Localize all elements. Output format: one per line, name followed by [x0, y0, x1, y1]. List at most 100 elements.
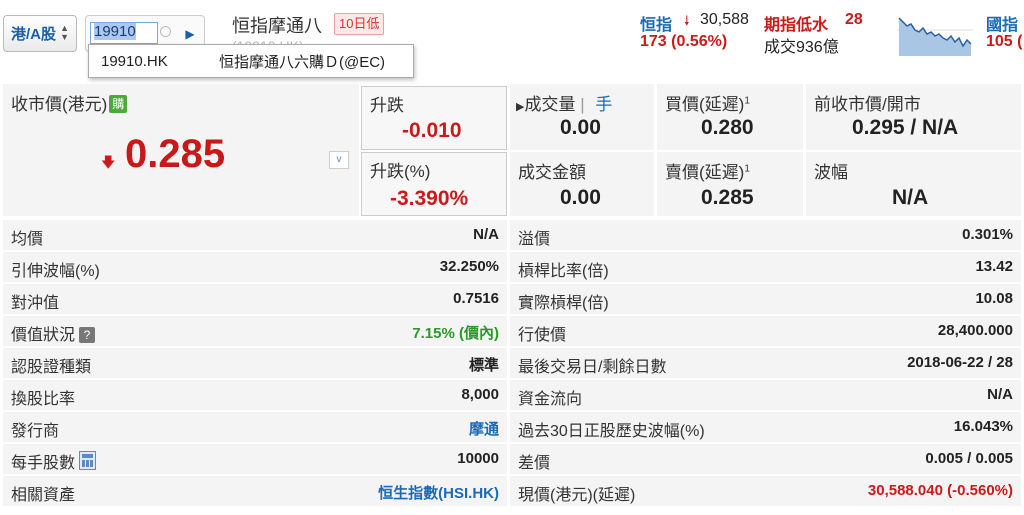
- detail-row: 過去30日正股歷史波幅(%) 16.043%: [510, 412, 1021, 442]
- detail-row: 資金流向 N/A: [510, 380, 1021, 410]
- volume-value: 0.00: [560, 116, 601, 139]
- range-value: N/A: [892, 186, 929, 209]
- hsi-value: 30,588: [700, 11, 749, 28]
- change-label: 升跌: [370, 96, 404, 115]
- detail-row: 行使價 28,400.000: [510, 316, 1021, 346]
- futures-label: 期指低水: [764, 17, 829, 34]
- close-price-value: 0.285: [125, 132, 226, 176]
- detail-value: 13.42: [975, 258, 1013, 275]
- detail-key: 最後交易日/剩餘日數: [518, 359, 667, 376]
- suggestion-name: 恒指摩通八六購Ｄ(@EC): [219, 53, 386, 71]
- detail-row: 相關資產 恒生指數(HSI.HK): [3, 476, 507, 506]
- detail-key: 現價(港元)(延遲): [518, 487, 636, 504]
- call-warrant-badge: 購: [109, 95, 128, 113]
- ask-panel: 賣價(延遲)1 0.285: [657, 152, 803, 216]
- suggestion-code: 19910.HK: [101, 52, 168, 70]
- detail-value: 16.043%: [953, 418, 1013, 435]
- detail-key: 價值狀況: [11, 327, 76, 344]
- prev-open-value: 0.295 / N/A: [852, 116, 959, 139]
- hsi-change: 173 (0.56%): [640, 33, 728, 50]
- futures-value: 28: [845, 11, 863, 28]
- detail-key: 相關資產: [11, 487, 76, 504]
- close-price-label: 收市價(港元): [11, 95, 108, 114]
- change-pct-value: -3.390%: [390, 187, 469, 210]
- calculator-icon[interactable]: [79, 451, 97, 470]
- detail-value: 10.08: [975, 290, 1013, 307]
- arrow-down-icon: 🠗: [684, 13, 690, 28]
- hsi-label[interactable]: 恒指: [640, 11, 672, 35]
- detail-row: 換股比率 8,000: [3, 380, 507, 410]
- turnover-value: 0.00: [560, 186, 601, 209]
- volume-unit[interactable]: 手: [595, 95, 612, 114]
- detail-key: 槓桿比率(倍): [518, 263, 609, 280]
- play-icon: ▶: [185, 26, 195, 41]
- detail-row: 價值狀況? 7.15% (價內): [3, 316, 507, 346]
- detail-value: 0.301%: [962, 226, 1013, 243]
- guozhi-label[interactable]: 國指: [986, 11, 1018, 35]
- change-value: -0.010: [402, 119, 462, 142]
- issuer-link[interactable]: 摩通: [469, 418, 499, 439]
- detail-row: 現價(港元)(延遲) 30,588.040 (-0.560%): [510, 476, 1021, 506]
- detail-key: 過去30日正股歷史波幅(%): [518, 423, 705, 440]
- search-icon[interactable]: [160, 26, 171, 37]
- prev-open-label: 前收市價/開市: [814, 95, 921, 114]
- volume-panel: ▶成交量 | 手 0.00: [510, 84, 654, 150]
- ask-footnote: 1: [744, 163, 750, 175]
- detail-key: 均價: [11, 231, 44, 248]
- go-button[interactable]: ▶: [178, 20, 202, 47]
- detail-key-wrap: 每手股數: [11, 449, 97, 473]
- ten-day-low-badge: 10日低: [334, 13, 385, 35]
- bid-label: 買價(延遲): [665, 95, 745, 114]
- hsi-mini-chart[interactable]: [897, 12, 973, 56]
- change-pct-label: 升跌(%): [370, 162, 431, 181]
- detail-row: 對沖值 0.7516: [3, 284, 507, 314]
- detail-value: 標準: [468, 357, 499, 374]
- detail-row: 認股證種類 標準: [3, 348, 507, 378]
- stock-name: 恒指摩通八: [232, 16, 322, 36]
- volume-label-row: ▶成交量 | 手: [516, 95, 613, 114]
- detail-value: N/A: [987, 386, 1013, 403]
- detail-value: 32.250%: [439, 258, 499, 275]
- detail-key: 差價: [518, 455, 551, 472]
- search-suggestion[interactable]: 19910.HK 恒指摩通八六購Ｄ(@EC): [88, 44, 414, 78]
- market-select[interactable]: 港/A股 ▲ ▼: [3, 15, 77, 52]
- close-price-panel: 收市價(港元) 購 🡇 0.285 v: [3, 84, 359, 216]
- change-pct-panel: 升跌(%) -3.390%: [361, 152, 507, 216]
- prev-open-panel: 前收市價/開市 0.295 / N/A: [806, 84, 1021, 150]
- range-label: 波幅: [814, 163, 848, 182]
- close-price-label-row: 收市價(港元) 購: [11, 90, 128, 115]
- search-input[interactable]: 19910: [90, 22, 158, 44]
- bid-footnote: 1: [744, 95, 750, 107]
- bid-value: 0.280: [701, 116, 754, 139]
- detail-key: 溢價: [518, 231, 551, 248]
- detail-row: 最後交易日/剩餘日數 2018-06-22 / 28: [510, 348, 1021, 378]
- detail-key: 認股證種類: [11, 359, 92, 376]
- detail-value: 28,400.000: [937, 322, 1013, 339]
- expand-chevron-icon[interactable]: v: [329, 151, 349, 169]
- detail-value: 10000: [457, 450, 499, 467]
- help-icon[interactable]: ?: [79, 327, 96, 343]
- ask-label: 賣價(延遲): [665, 163, 745, 182]
- detail-row: 槓桿比率(倍) 13.42: [510, 252, 1021, 282]
- detail-value: 0.7516: [453, 290, 499, 307]
- ask-label-row: 賣價(延遲)1: [665, 158, 750, 183]
- detail-value: 8,000: [461, 386, 499, 403]
- detail-value: 2018-06-22 / 28: [907, 354, 1013, 371]
- turnover-label: 成交金額: [518, 163, 586, 182]
- detail-key: 每手股數: [11, 455, 76, 472]
- detail-key: 換股比率: [11, 391, 76, 408]
- market-select-label: 港/A股: [11, 26, 57, 43]
- detail-row: 引伸波幅(%) 32.250%: [3, 252, 507, 282]
- detail-row: 每手股數 10000: [3, 444, 507, 474]
- detail-key: 行使價: [518, 327, 567, 344]
- volume-label[interactable]: 成交量: [524, 95, 575, 114]
- detail-key: 資金流向: [518, 391, 583, 408]
- detail-value: 0.005 / 0.005: [925, 450, 1013, 467]
- detail-key-wrap: 價值狀況?: [11, 321, 96, 345]
- chevron-updown-icon: ▲ ▼: [60, 23, 69, 42]
- underlying-link[interactable]: 恒生指數(HSI.HK): [378, 482, 499, 503]
- detail-value: 30,588.040 (-0.560%): [867, 482, 1013, 499]
- detail-key: 發行商: [11, 423, 60, 440]
- detail-key: 實際槓桿(倍): [518, 295, 609, 312]
- arrow-down-icon: 🡇: [101, 154, 116, 170]
